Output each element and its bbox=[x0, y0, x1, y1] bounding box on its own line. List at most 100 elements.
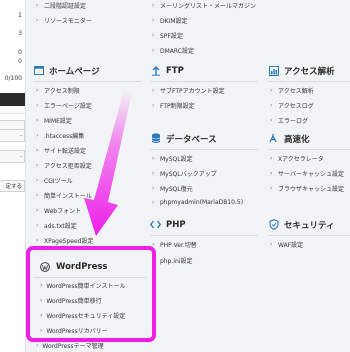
bar-chart-icon bbox=[268, 65, 279, 76]
chevron-right-icon: › bbox=[152, 46, 155, 54]
chevron-right-icon: › bbox=[36, 1, 39, 9]
menu-item-webfont[interactable]: › Webフォント bbox=[36, 206, 81, 215]
chevron-right-icon: › bbox=[36, 116, 39, 124]
menu-item-wp-easy-install[interactable]: › WordPress簡単インストール bbox=[40, 281, 126, 290]
chevron-right-icon: › bbox=[36, 206, 39, 214]
chevron-right-icon: › bbox=[36, 236, 39, 244]
menu-item-sub-ftp[interactable]: › サブFTPアカウント設定 bbox=[152, 86, 225, 95]
menu-item-mysql-restore[interactable]: › MySQL復元 bbox=[152, 184, 193, 193]
menu-item-php-ini[interactable]: ›php.ini設定 bbox=[152, 256, 192, 265]
left-button[interactable]: 定する bbox=[0, 180, 25, 192]
chevron-right-icon: › bbox=[36, 221, 39, 229]
left-value-2: 3 bbox=[18, 30, 22, 37]
chevron-right-icon: › bbox=[152, 184, 155, 192]
section-header-access-analysis: アクセス解析 bbox=[268, 60, 350, 82]
menu-item-site-transfer[interactable]: › サイト転送設定 bbox=[36, 146, 86, 155]
menu-item-phpmyadmin[interactable]: › phpmyadmin(MariaDB10.5) bbox=[152, 199, 243, 206]
wordpress-header-divider bbox=[34, 277, 146, 278]
shield-icon bbox=[268, 219, 279, 230]
menu-item-waf[interactable]: › WAF設定 bbox=[270, 240, 303, 249]
menu-item-error-page[interactable]: › エラーページ設定 bbox=[36, 101, 92, 110]
menu-item-wp-theme[interactable]: › WordPressテーマ管理 bbox=[36, 341, 104, 350]
chevron-right-icon: › bbox=[152, 198, 155, 206]
chevron-right-icon: › bbox=[36, 146, 39, 154]
chevron-right-icon: › bbox=[36, 131, 39, 139]
left-value-4: 0 bbox=[18, 58, 22, 65]
chevron-right-icon: › bbox=[152, 101, 155, 109]
section-header-php: PHP bbox=[150, 214, 258, 236]
chevron-right-icon: › bbox=[270, 169, 273, 177]
chevron-right-icon: › bbox=[270, 116, 273, 124]
upload-arrow-icon bbox=[150, 65, 161, 76]
left-value-3: 0 bbox=[18, 49, 22, 56]
menu-item-2fa[interactable]: › 二段階認証設定 bbox=[36, 1, 86, 10]
menu-item-access-analysis[interactable]: › アクセス解析 bbox=[270, 86, 314, 95]
menu-item-ads-txt[interactable]: › ads.txt設定 bbox=[36, 221, 77, 230]
chevron-right-icon: › bbox=[152, 1, 155, 9]
menu-item-resource-monitor[interactable]: › リソースモニター bbox=[36, 16, 92, 25]
menu-item-cgi-tools[interactable]: › CGIツール bbox=[36, 176, 73, 185]
chevron-right-icon: › bbox=[40, 327, 43, 334]
menu-item-access-log[interactable]: › アクセスログ bbox=[270, 101, 314, 110]
menu-item-wp-migration[interactable]: › WordPress簡単移行 bbox=[40, 296, 102, 305]
section-header-speedup: 高速化 bbox=[268, 128, 350, 150]
menu-item-dmarc[interactable]: › DMARC設定 bbox=[152, 46, 194, 55]
chevron-right-icon: › bbox=[152, 169, 155, 177]
menu-item-error-log[interactable]: › エラーログ bbox=[270, 116, 308, 125]
chevron-right-icon: › bbox=[152, 154, 155, 162]
chevron-right-icon: › bbox=[270, 154, 273, 162]
menu-item-xpagespeed[interactable]: › XPageSpeed設定 bbox=[36, 236, 93, 245]
chevron-right-icon: › bbox=[152, 86, 155, 94]
left-partial-column: 1 3 0 0 0/100 - - 定する bbox=[0, 0, 26, 352]
chevron-right-icon: › bbox=[152, 16, 155, 24]
section-header-security: セキュリティ bbox=[268, 214, 350, 236]
menu-item-dkim[interactable]: › DKIM設定 bbox=[152, 16, 188, 25]
section-header-homepage: ホームページ bbox=[33, 60, 141, 82]
menu-item-wp-recovery[interactable]: › WordPressリカバリー bbox=[40, 326, 108, 335]
left-value-1: 1 bbox=[18, 12, 22, 19]
chevron-right-icon: › bbox=[270, 101, 273, 109]
php-code-icon bbox=[150, 219, 161, 230]
left-divider bbox=[0, 113, 25, 114]
menu-item-mysql-backup[interactable]: › MySQLバックアップ bbox=[152, 169, 217, 178]
chevron-right-icon: › bbox=[36, 161, 39, 169]
menu-item-browser-cache[interactable]: › ブラウザキャッシュ設定 bbox=[270, 184, 344, 193]
chevron-right-icon: › bbox=[36, 176, 39, 184]
menu-item-mysql-settings[interactable]: › MySQL設定 bbox=[152, 154, 193, 163]
menu-item-ftp-restriction[interactable]: › FTP制限設定 bbox=[152, 101, 195, 110]
chevron-right-icon: › bbox=[270, 240, 273, 248]
menu-item-spf[interactable]: › SPF設定 bbox=[152, 31, 183, 40]
menu-item-mime[interactable]: › MIME設定 bbox=[36, 116, 72, 125]
menu-item-htaccess[interactable]: › .htaccess編集 bbox=[36, 131, 84, 140]
section-header-database: データベース bbox=[150, 128, 258, 150]
menu-item-server-cache[interactable]: › サーバーキャッシュ設定 bbox=[270, 169, 344, 178]
chevron-right-icon: › bbox=[270, 184, 273, 192]
menu-item-easy-install[interactable]: › 簡単インストール bbox=[36, 191, 92, 200]
chevron-right-icon: › bbox=[36, 191, 39, 199]
chevron-right-icon: › bbox=[40, 282, 43, 289]
left-dark-bar bbox=[0, 93, 25, 106]
wordpress-logo-icon bbox=[40, 261, 51, 273]
chevron-right-icon: › bbox=[36, 16, 39, 24]
chevron-right-icon: › bbox=[36, 342, 39, 349]
menu-item-access-restriction[interactable]: › アクセス制限 bbox=[36, 86, 80, 95]
left-value-5: 0/100 bbox=[4, 75, 22, 82]
chevron-right-icon: › bbox=[40, 312, 43, 319]
chevron-right-icon: › bbox=[40, 297, 43, 304]
menu-item-access-deny[interactable]: › アクセス拒否設定 bbox=[36, 161, 92, 170]
section-header-wordpress: WordPress bbox=[40, 258, 108, 276]
chevron-right-icon: › bbox=[152, 31, 155, 39]
chevron-right-icon: › bbox=[36, 101, 39, 109]
database-icon bbox=[150, 133, 161, 144]
browser-window-icon bbox=[33, 65, 44, 76]
chevron-right-icon: › bbox=[36, 86, 39, 94]
menu-item-x-accelerator[interactable]: › Xアクセラレータ bbox=[270, 154, 324, 163]
wordpress-section-highlight: WordPress › WordPress簡単インストール › WordPress簡… bbox=[26, 246, 156, 342]
left-field-2[interactable]: - bbox=[0, 129, 25, 142]
menu-item-wp-security[interactable]: › WordPressセキュリティ設定 bbox=[40, 311, 125, 320]
rocket-icon bbox=[268, 133, 279, 144]
left-field-3[interactable]: - bbox=[0, 150, 25, 163]
menu-item-mailing-list[interactable]: › メーリングリスト・メールマガジン bbox=[152, 1, 256, 10]
menu-item-php-version[interactable]: › PHP Ver.切替 bbox=[152, 240, 197, 249]
section-header-ftp: FTP bbox=[150, 60, 258, 82]
